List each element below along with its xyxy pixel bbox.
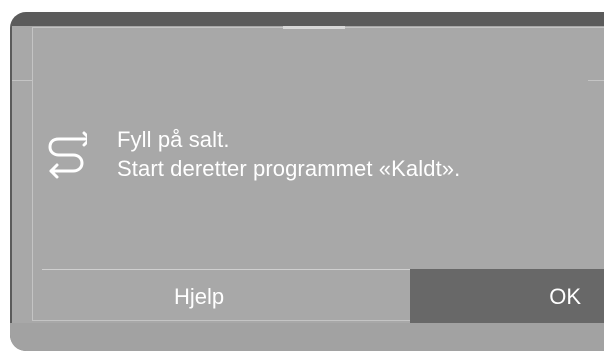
left-divider-tick bbox=[12, 80, 32, 81]
message-text: Fyll på salt. Start deretter programmet … bbox=[117, 125, 460, 183]
help-button[interactable]: Hjelp bbox=[42, 270, 410, 323]
top-indicator bbox=[283, 26, 345, 29]
appliance-display: Fyll på salt. Start deretter programmet … bbox=[10, 12, 604, 351]
ok-button[interactable]: OK bbox=[410, 269, 604, 324]
message-line-1: Fyll på salt. bbox=[117, 127, 230, 152]
bottom-strip bbox=[10, 323, 604, 351]
swap-arrows-icon bbox=[47, 129, 92, 181]
right-divider-tick bbox=[588, 80, 604, 81]
message-line-2: Start deretter programmet «Kaldt». bbox=[117, 156, 461, 181]
display-screen: Fyll på salt. Start deretter programmet … bbox=[12, 26, 604, 324]
